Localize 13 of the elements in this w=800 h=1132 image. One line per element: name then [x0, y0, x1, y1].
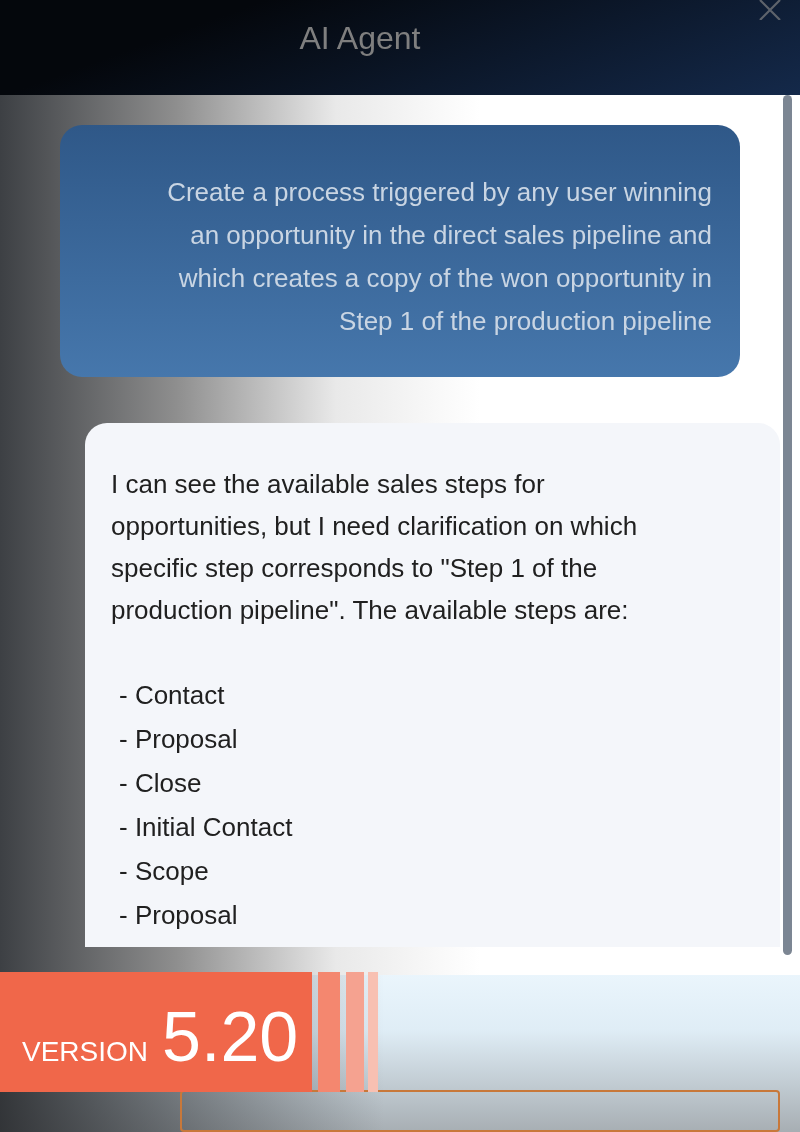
version-label: VERSION — [22, 1038, 149, 1066]
close-icon[interactable] — [758, 0, 782, 20]
message-text: I can see the available sales steps for opportunities, but I need clarification on which specific step corresponds to "Step 1 of the production pipeline". The available steps are: — [111, 468, 639, 627]
list-item: - Contact — [119, 679, 225, 712]
list-item: - Initial Contact — [119, 811, 293, 844]
list-item: - Scope — [119, 855, 209, 888]
list-item: - Close — [119, 767, 202, 800]
window-title: AI Agent — [299, 19, 421, 58]
list-item: - Proposal — [119, 723, 238, 756]
version-number: 5.20 — [162, 1004, 299, 1070]
scrollbar[interactable] — [783, 95, 792, 955]
list-item: - Proposal — [119, 899, 238, 932]
message-text: Create a process triggered by any user winning an opportunity in the direct sales pipeline and which creates a copy of the won opportunity in Step 1 of the production pipeline — [166, 176, 712, 338]
